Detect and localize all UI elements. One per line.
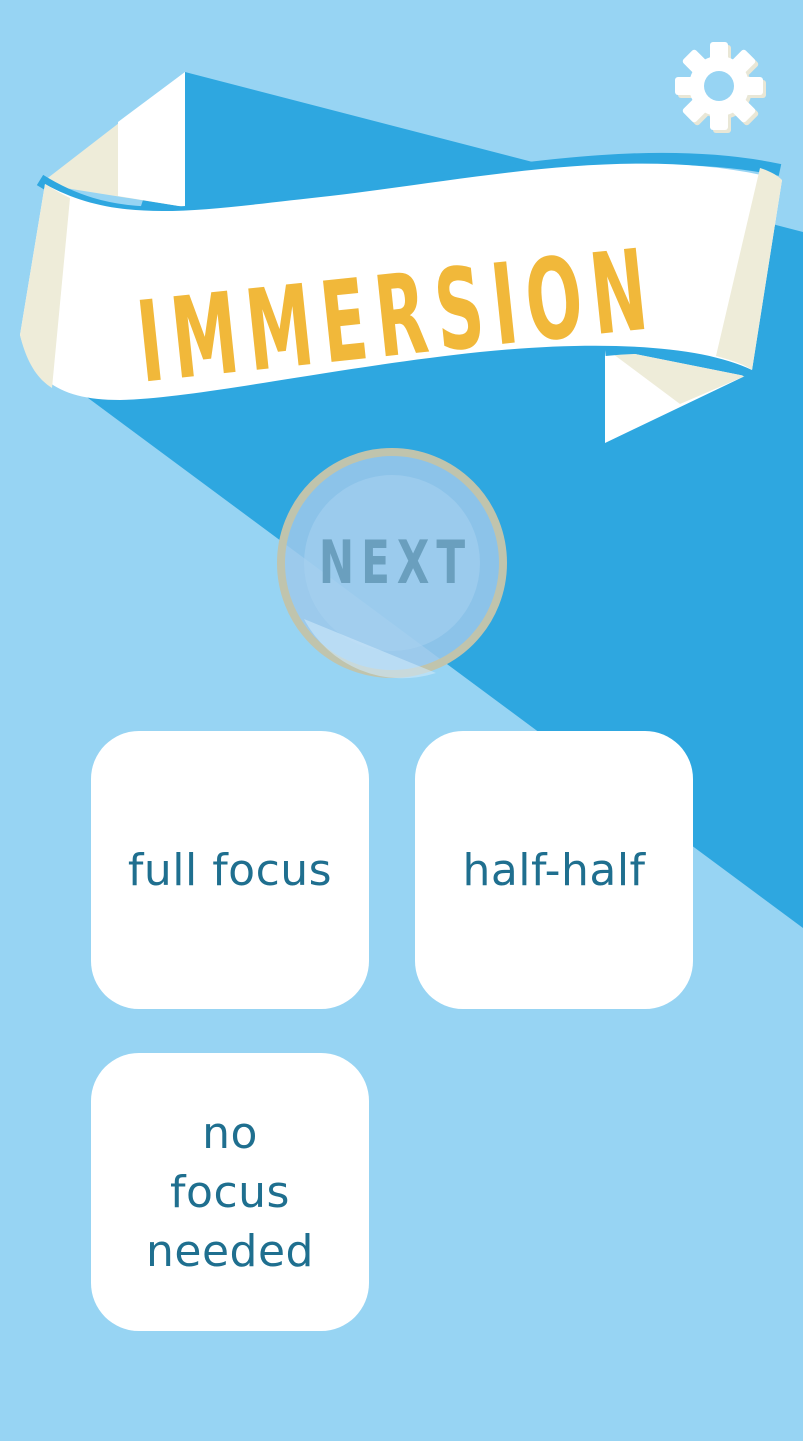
option-no-focus-needed[interactable]: no focus needed bbox=[91, 1053, 369, 1331]
settings-button[interactable] bbox=[672, 40, 768, 136]
option-label: full focus bbox=[127, 844, 333, 896]
option-half-half[interactable]: half-half bbox=[415, 731, 693, 1009]
option-label: half-half bbox=[462, 844, 646, 896]
option-label: no focus needed bbox=[146, 1107, 314, 1277]
screen: IMMERSION NEXT full focus half-half no f… bbox=[0, 0, 803, 1441]
next-label: NEXT bbox=[318, 528, 473, 598]
next-button[interactable]: NEXT bbox=[276, 447, 508, 679]
gear-icon bbox=[675, 42, 766, 133]
banner-tail-left-face bbox=[118, 72, 185, 207]
option-full-focus[interactable]: full focus bbox=[91, 731, 369, 1009]
